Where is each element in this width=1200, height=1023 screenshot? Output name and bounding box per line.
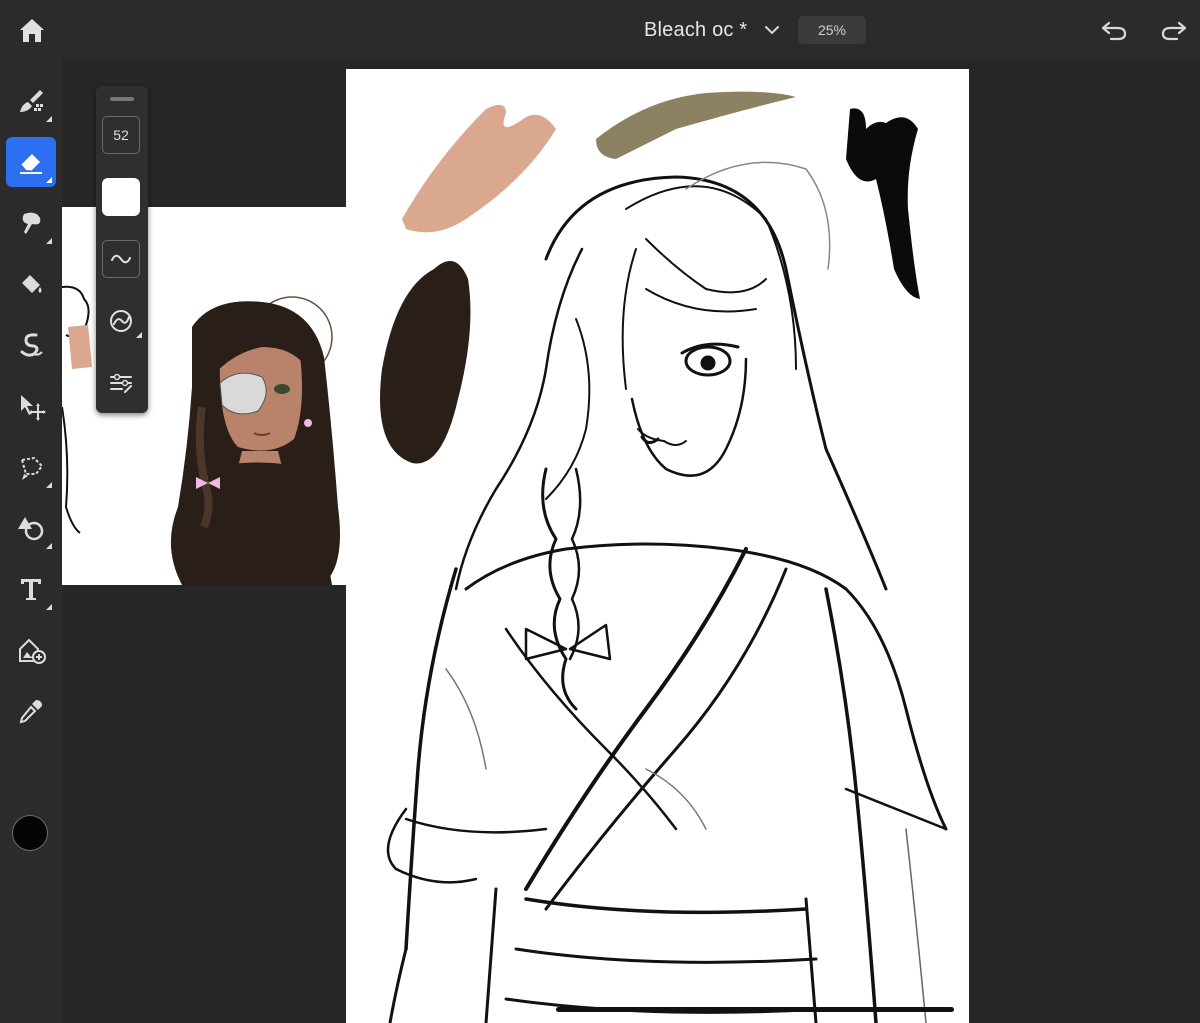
adjust-sliders-icon	[110, 373, 132, 393]
panel-grip-handle[interactable]	[110, 97, 134, 101]
top-bar: Bleach oc * 25%	[0, 0, 1200, 60]
hair-color-swatch	[380, 261, 471, 464]
tool-options-indicator	[46, 543, 52, 549]
move-icon	[21, 395, 46, 421]
pixel-brush-tool[interactable]	[6, 76, 56, 126]
shapes-tool[interactable]	[6, 503, 56, 553]
liquify-icon	[20, 333, 43, 357]
tool-options-indicator	[46, 116, 52, 122]
drawing-canvas[interactable]	[346, 69, 969, 1023]
redo-icon	[1161, 21, 1187, 41]
tool-options-indicator	[46, 482, 52, 488]
undo-button[interactable]	[1098, 14, 1130, 46]
paint-bucket-icon	[22, 275, 42, 293]
redo-button[interactable]	[1158, 14, 1190, 46]
home-indicator-bar[interactable]	[556, 1007, 954, 1012]
smoothing-icon	[111, 254, 131, 264]
lasso-tool[interactable]	[6, 442, 56, 492]
brush-settings-icon	[110, 310, 132, 332]
liquify-tool[interactable]	[6, 320, 56, 370]
tool-bar	[0, 60, 62, 1023]
smoothing-button[interactable]	[102, 240, 140, 278]
zoom-level[interactable]: 25%	[798, 16, 866, 44]
lasso-icon	[20, 456, 44, 480]
undo-icon	[1101, 21, 1127, 41]
type-icon	[21, 579, 41, 600]
type-tool[interactable]	[6, 564, 56, 614]
shapes-icon	[18, 517, 44, 541]
brush-size-control[interactable]: 52	[102, 116, 140, 154]
tool-options-indicator	[46, 238, 52, 244]
eraser-tool[interactable]	[6, 137, 56, 187]
place-image-icon	[19, 638, 46, 664]
brush-settings-button[interactable]	[102, 302, 142, 340]
khaki-color-swatch	[596, 91, 796, 159]
home-button[interactable]	[14, 12, 50, 48]
smudge-tool[interactable]	[6, 198, 56, 248]
eyedropper-tool[interactable]	[6, 686, 56, 736]
place-image-tool[interactable]	[6, 625, 56, 675]
tool-options-indicator	[46, 177, 52, 183]
eyedropper-icon	[19, 700, 42, 724]
skin-color-swatch	[402, 104, 556, 233]
tool-options-indicator	[136, 332, 142, 338]
pixel-brush-icon	[20, 90, 43, 112]
black-color-swatch	[846, 108, 920, 299]
smudge-icon	[22, 212, 41, 234]
brush-adjust-button[interactable]	[102, 364, 140, 402]
chevron-down-icon[interactable]	[763, 21, 781, 39]
home-icon	[20, 19, 44, 42]
document-title: Bleach oc *	[644, 18, 748, 41]
document-title-area[interactable]: Bleach oc *	[644, 16, 781, 44]
brush-settings-panel: 52	[96, 86, 148, 413]
current-color-swatch[interactable]	[12, 815, 48, 851]
paint-bucket-tool[interactable]	[6, 259, 56, 309]
tool-options-indicator	[46, 604, 52, 610]
eraser-icon	[20, 154, 42, 174]
move-tool[interactable]	[6, 381, 56, 431]
brush-opacity-control[interactable]	[102, 178, 140, 216]
